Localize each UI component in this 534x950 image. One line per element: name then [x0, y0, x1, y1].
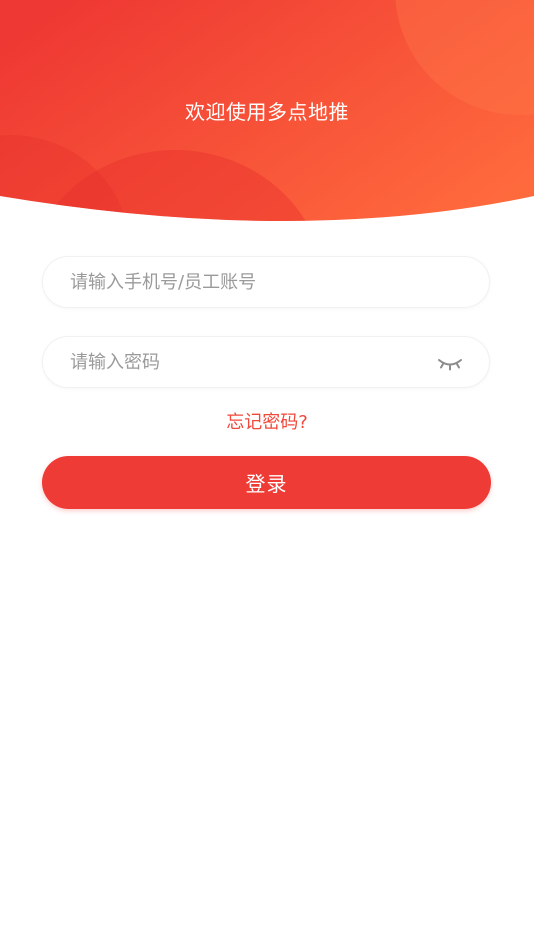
login-page: 欢迎使用多点地推 忘记密码? 登录: [0, 0, 534, 950]
password-input[interactable]: [70, 337, 430, 387]
account-input[interactable]: [70, 257, 430, 307]
welcome-title: 欢迎使用多点地推: [185, 100, 349, 124]
account-field[interactable]: [42, 256, 490, 308]
header-banner: 欢迎使用多点地推: [0, 0, 534, 225]
password-field[interactable]: [42, 336, 490, 388]
eye-closed-icon[interactable]: [437, 352, 463, 374]
forgot-password-link[interactable]: 忘记密码?: [0, 410, 534, 436]
login-button[interactable]: 登录: [42, 456, 491, 509]
